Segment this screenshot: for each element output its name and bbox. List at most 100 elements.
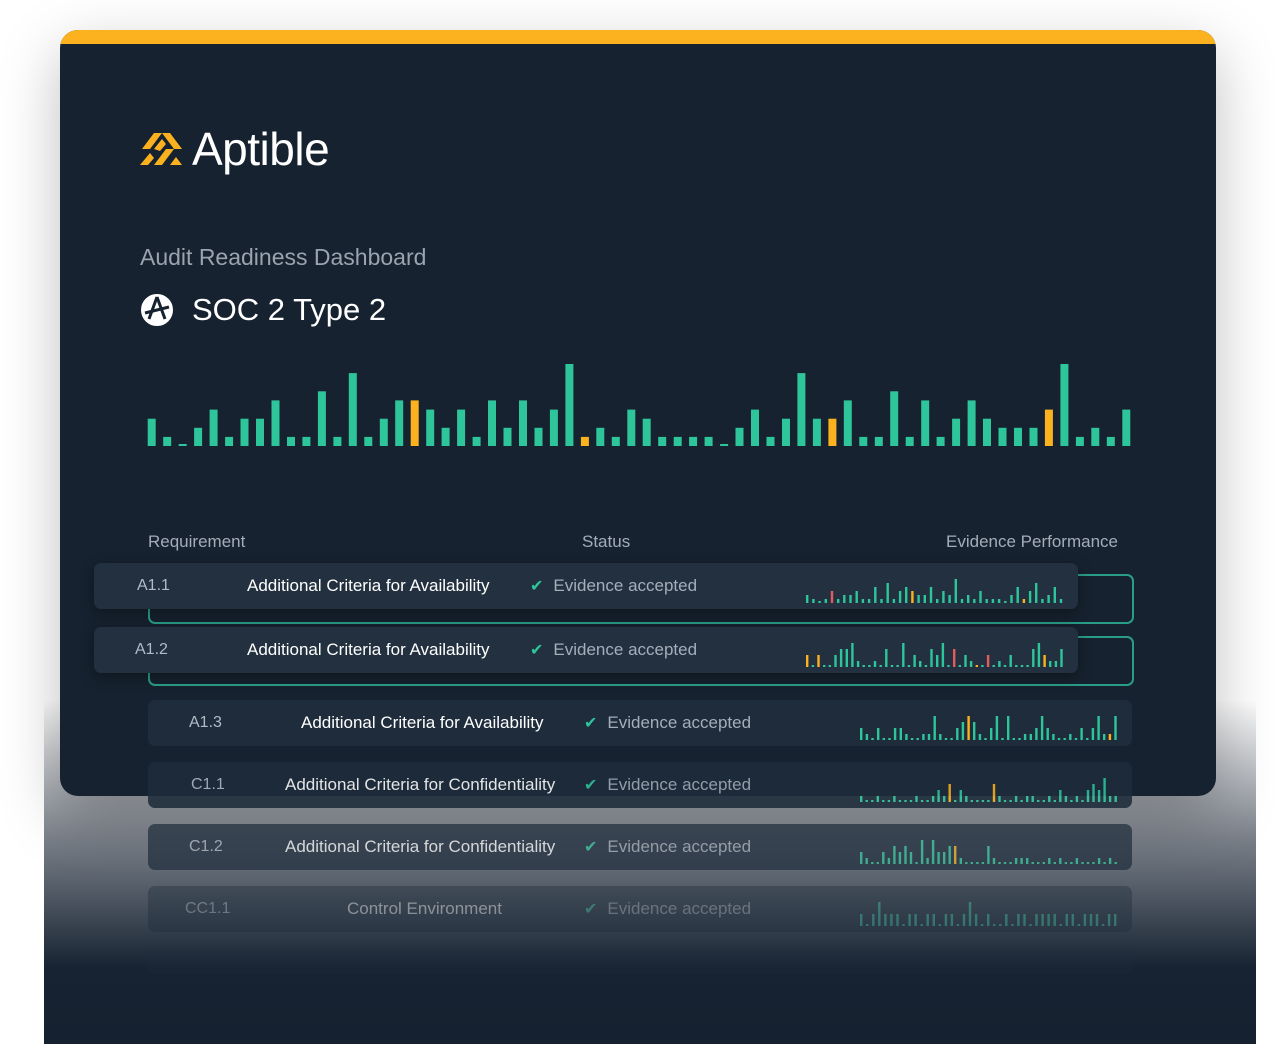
chart-bar	[828, 418, 837, 446]
spark-bar	[997, 599, 1001, 603]
spark-bar	[1040, 716, 1044, 740]
spark-bar	[866, 924, 869, 926]
chart-bar	[565, 364, 574, 446]
table-row[interactable]: C1.1 Additional Criteria for Confidentia…	[148, 762, 1132, 808]
chart-bar	[348, 373, 357, 446]
spark-bar	[849, 595, 852, 603]
spark-bar	[1075, 796, 1079, 802]
spark-bar	[1009, 800, 1012, 802]
spark-bar	[954, 800, 957, 802]
evidence-sparkline	[860, 778, 1117, 802]
spark-bar	[984, 738, 987, 740]
spark-bar	[1081, 862, 1084, 864]
spark-bar	[938, 924, 941, 926]
spark-bar	[987, 846, 990, 864]
spark-bar	[920, 800, 924, 802]
chart-bar	[333, 436, 342, 446]
spark-bar	[944, 738, 948, 740]
chart-bar	[317, 391, 326, 446]
spark-bar	[1041, 914, 1044, 926]
brand-name: Aptible	[192, 123, 330, 175]
spark-bar	[1018, 738, 1021, 740]
spark-bar	[1053, 862, 1056, 864]
spark-bar	[890, 914, 893, 926]
chart-bar	[472, 436, 481, 446]
spark-bar	[1032, 649, 1035, 667]
spark-bar	[1053, 587, 1056, 603]
spark-bar	[1108, 858, 1112, 864]
status-text: Evidence accepted	[607, 837, 752, 856]
spark-bar	[902, 924, 905, 926]
table-row[interactable]: A1.1 Additional Criteria for Availabilit…	[94, 563, 1078, 609]
spark-bar	[1086, 738, 1089, 740]
spark-bar	[931, 840, 935, 864]
spark-bar	[1057, 738, 1061, 740]
spark-bar	[1077, 924, 1081, 926]
requirement-code: A1.3	[189, 714, 222, 731]
spark-bar	[817, 655, 820, 667]
table-row[interactable]: A1.2 Additional Criteria for Availabilit…	[94, 627, 1078, 673]
spark-bar	[1046, 728, 1049, 740]
check-icon: ✔	[584, 839, 598, 856]
spark-bar	[1089, 914, 1093, 926]
spark-bar	[1041, 599, 1044, 603]
spark-bar	[909, 852, 913, 864]
spark-bar	[887, 800, 891, 802]
spark-bar	[1007, 716, 1010, 740]
spark-bar	[1075, 858, 1079, 864]
chart-bar	[859, 436, 868, 446]
spark-bar	[999, 924, 1002, 926]
evidence-sparkline	[806, 579, 1063, 603]
chart-bar	[178, 444, 187, 446]
spark-bar	[992, 858, 996, 864]
spark-bar	[948, 846, 951, 864]
status-cell: ✔ Evidence accepted	[530, 576, 697, 596]
spark-bar	[1071, 914, 1074, 926]
spark-bar	[970, 862, 973, 864]
table-row[interactable]: A1.3 Additional Criteria for Availabilit…	[148, 700, 1132, 746]
spark-bar	[1092, 862, 1095, 864]
chart-bar	[271, 400, 280, 446]
spark-bar	[1086, 790, 1090, 802]
spark-bar	[876, 862, 879, 864]
framework-header: SOC 2 Type 2	[140, 292, 386, 328]
spark-bar	[896, 914, 899, 926]
table-row[interactable]: CC1.1 Control Environment ✔ Evidence acc…	[148, 886, 1132, 932]
table-row[interactable]: C1.2 Additional Criteria for Confidentia…	[148, 824, 1132, 870]
spark-bar	[1059, 858, 1062, 864]
spark-bar	[926, 858, 929, 864]
status-text: Evidence accepted	[607, 713, 752, 732]
spark-bar	[855, 591, 858, 603]
spark-bar	[950, 914, 954, 926]
evidence-sparkline	[860, 716, 1117, 740]
spark-bar	[1103, 862, 1106, 864]
spark-bar	[1048, 858, 1051, 864]
chart-bar	[998, 427, 1007, 446]
spark-bar	[898, 591, 902, 603]
spark-bar	[806, 655, 809, 667]
spark-bar	[987, 800, 990, 802]
spark-bar	[886, 583, 889, 603]
spark-bar	[1059, 924, 1062, 926]
spark-bar	[904, 846, 907, 864]
chart-bar	[426, 409, 435, 446]
spark-bar	[1020, 665, 1024, 667]
audit-readiness-bar-chart	[147, 364, 1131, 446]
chart-bar	[704, 436, 713, 446]
status-cell: ✔ Evidence accepted	[584, 775, 751, 795]
spark-bar	[880, 599, 883, 603]
brand-logo: Aptible	[140, 122, 330, 176]
spark-bar	[917, 595, 920, 603]
spark-bar	[1031, 796, 1034, 802]
spark-bar	[992, 784, 996, 802]
chart-bar	[457, 409, 466, 446]
spark-bar	[1001, 738, 1004, 740]
spark-bar	[956, 924, 960, 926]
spark-bar	[974, 914, 978, 926]
spark-bar	[954, 579, 957, 603]
spark-bar	[896, 665, 899, 667]
spark-bar	[987, 914, 990, 926]
spark-bar	[1086, 862, 1090, 864]
chart-bar	[611, 436, 620, 446]
evidence-sparkline	[860, 840, 1117, 864]
